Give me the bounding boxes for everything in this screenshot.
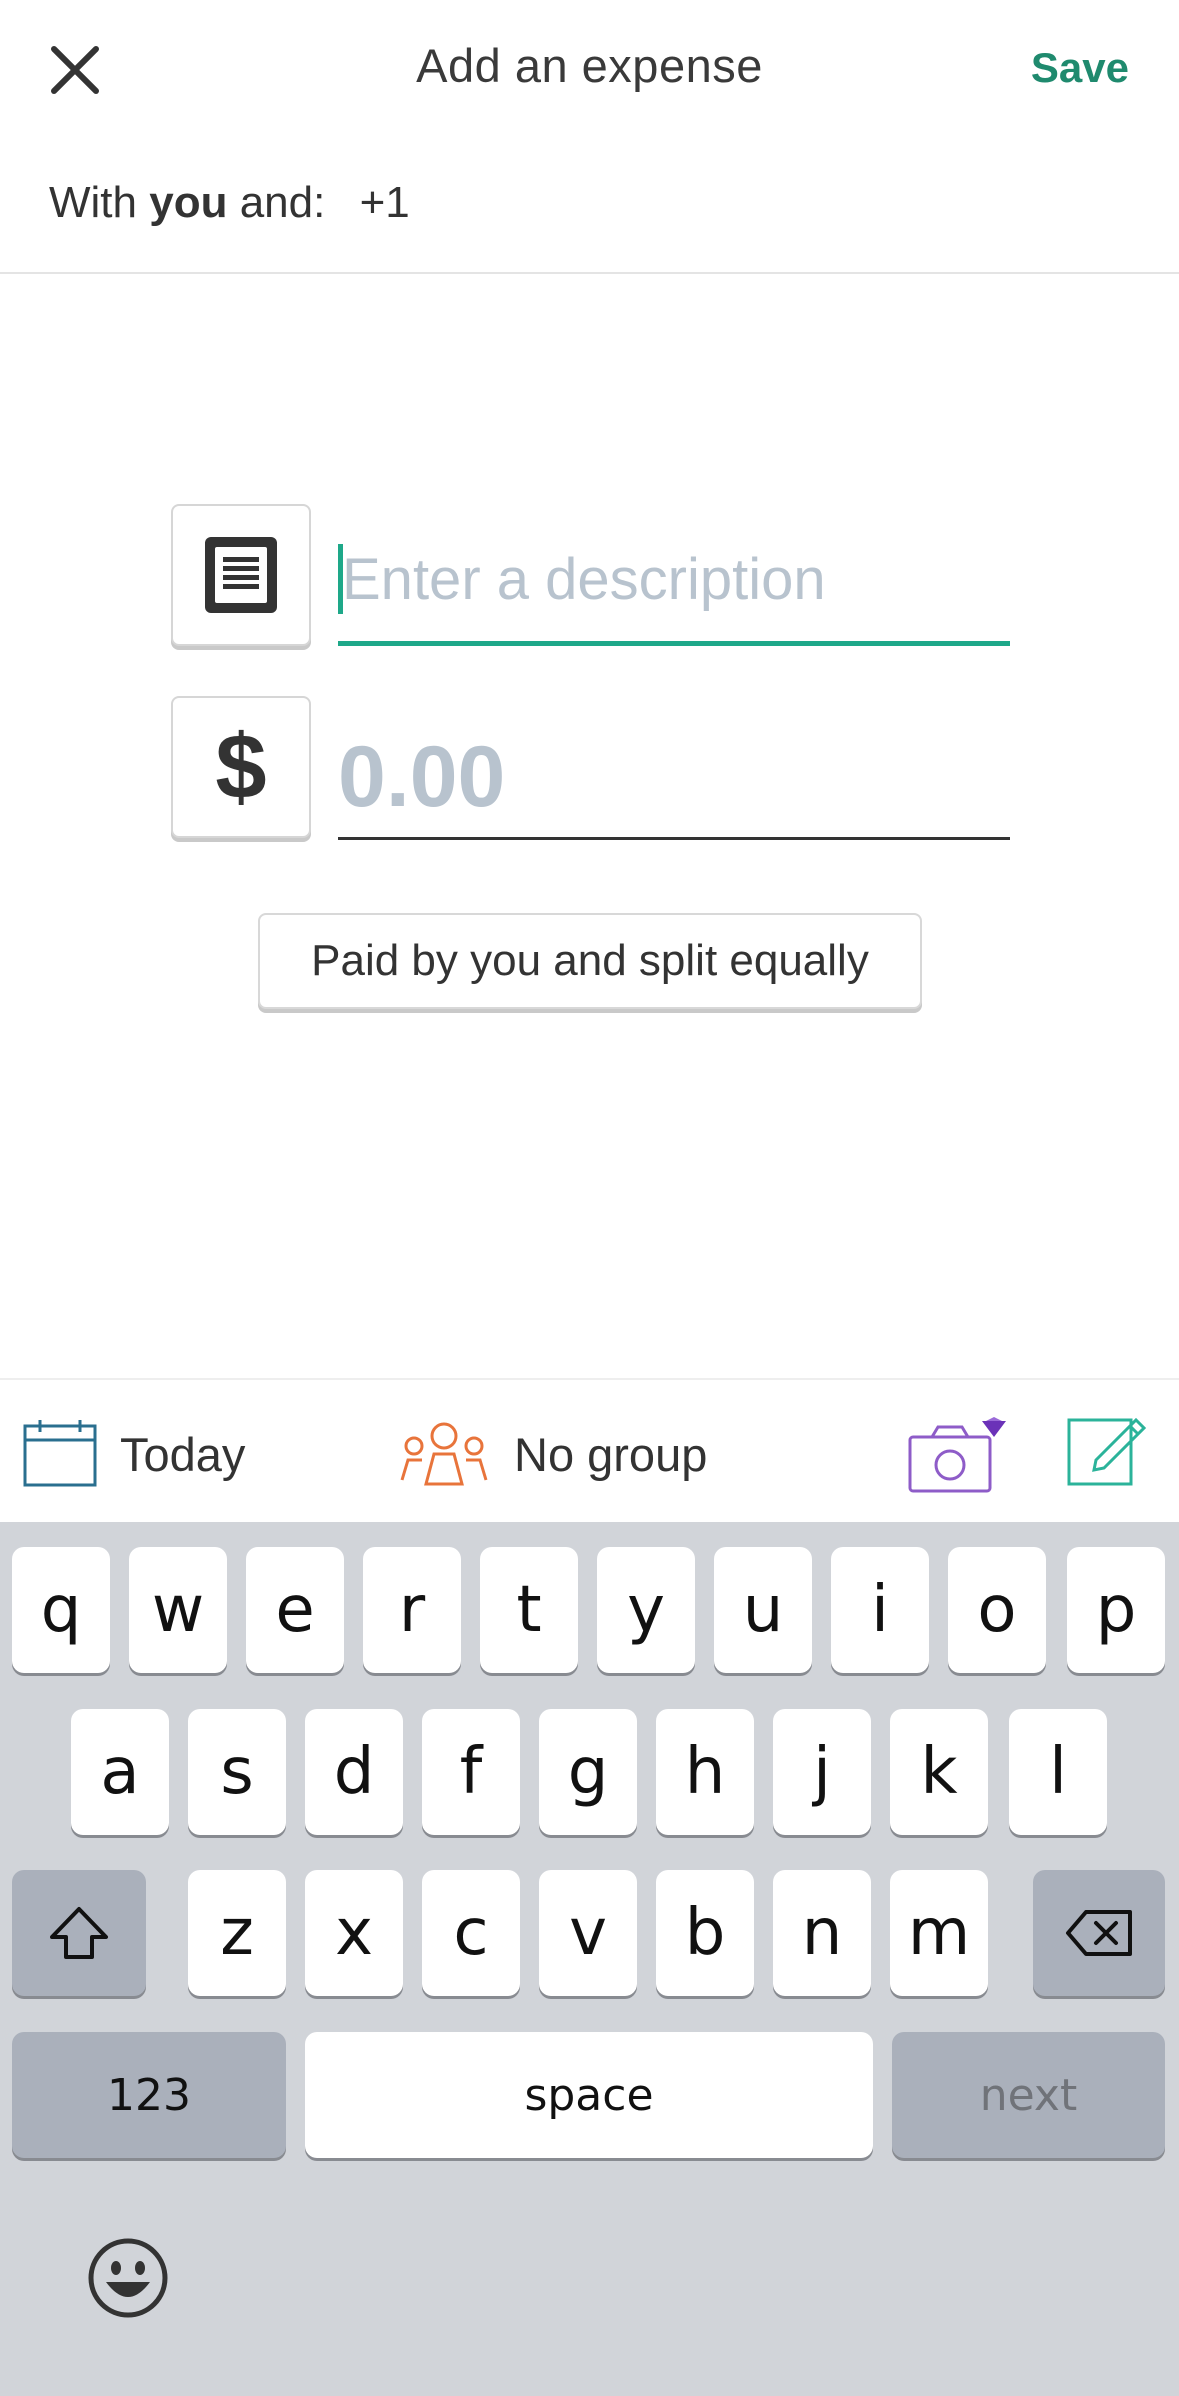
key-q[interactable]: q — [12, 1547, 110, 1673]
date-button[interactable] — [22, 1418, 98, 1488]
category-button[interactable] — [171, 504, 311, 646]
backspace-icon — [1066, 1910, 1132, 1956]
key-f[interactable]: f — [422, 1709, 520, 1835]
key-i[interactable]: i — [831, 1547, 929, 1673]
with-participants-row[interactable]: With you and: +1 — [49, 178, 410, 228]
header-divider — [0, 272, 1179, 274]
group-button[interactable] — [398, 1418, 490, 1488]
date-label[interactable]: Today — [120, 1427, 245, 1482]
key-h[interactable]: h — [656, 1709, 754, 1835]
edit-note-icon — [1067, 1417, 1147, 1486]
toolbar-divider — [0, 1378, 1179, 1380]
participant-count: +1 — [359, 178, 410, 227]
key-n[interactable]: n — [773, 1870, 871, 1996]
key-y[interactable]: y — [597, 1547, 695, 1673]
description-input[interactable]: Enter a description — [338, 530, 1010, 646]
key-a[interactable]: a — [71, 1709, 169, 1835]
camera-icon — [908, 1417, 1006, 1493]
key-r[interactable]: r — [363, 1547, 461, 1673]
key-s[interactable]: s — [188, 1709, 286, 1835]
key-x[interactable]: x — [305, 1870, 403, 1996]
currency-symbol: $ — [215, 716, 267, 818]
key-o[interactable]: o — [948, 1547, 1046, 1673]
key-g[interactable]: g — [539, 1709, 637, 1835]
shift-key[interactable] — [12, 1870, 146, 1996]
currency-button[interactable]: $ — [171, 696, 311, 838]
amount-input[interactable]: 0.00 — [338, 720, 1010, 840]
with-prefix: With — [49, 178, 137, 227]
split-options-button[interactable]: Paid by you and split equally — [258, 913, 922, 1009]
key-z[interactable]: z — [188, 1870, 286, 1996]
group-people-icon — [400, 1422, 488, 1486]
key-d[interactable]: d — [305, 1709, 403, 1835]
key-b[interactable]: b — [656, 1870, 754, 1996]
space-key[interactable]: space — [305, 2032, 873, 2158]
key-w[interactable]: w — [129, 1547, 227, 1673]
amount-placeholder: 0.00 — [338, 729, 506, 825]
receipt-camera-button[interactable] — [906, 1415, 1010, 1495]
shift-icon — [50, 1907, 108, 1959]
group-label[interactable]: No group — [514, 1427, 707, 1482]
backspace-key[interactable] — [1033, 1870, 1165, 1996]
premium-diamond-icon — [982, 1421, 1006, 1437]
key-e[interactable]: e — [246, 1547, 344, 1673]
key-j[interactable]: j — [773, 1709, 871, 1835]
with-suffix: and: — [239, 178, 326, 227]
calendar-icon — [23, 1420, 97, 1487]
description-placeholder: Enter a description — [342, 547, 826, 612]
key-k[interactable]: k — [890, 1709, 988, 1835]
key-m[interactable]: m — [890, 1870, 988, 1996]
save-button[interactable]: Save — [1031, 44, 1129, 92]
key-u[interactable]: u — [714, 1547, 812, 1673]
key-c[interactable]: c — [422, 1870, 520, 1996]
notes-button[interactable] — [1066, 1412, 1147, 1488]
key-l[interactable]: l — [1009, 1709, 1107, 1835]
key-v[interactable]: v — [539, 1870, 637, 1996]
key-p[interactable]: p — [1067, 1547, 1165, 1673]
notes-list-icon — [205, 537, 277, 613]
numbers-key[interactable]: 123 — [12, 2032, 286, 2158]
emoji-keyboard-button[interactable] — [86, 2236, 170, 2320]
page-title: Add an expense — [416, 39, 763, 92]
emoji-icon — [88, 2238, 168, 2318]
next-key[interactable]: next — [892, 2032, 1165, 2158]
key-t[interactable]: t — [480, 1547, 578, 1673]
with-you: you — [149, 178, 228, 227]
onscreen-keyboard: q w e r t y u i o p a s d f g h j k l z … — [0, 1522, 1179, 2396]
